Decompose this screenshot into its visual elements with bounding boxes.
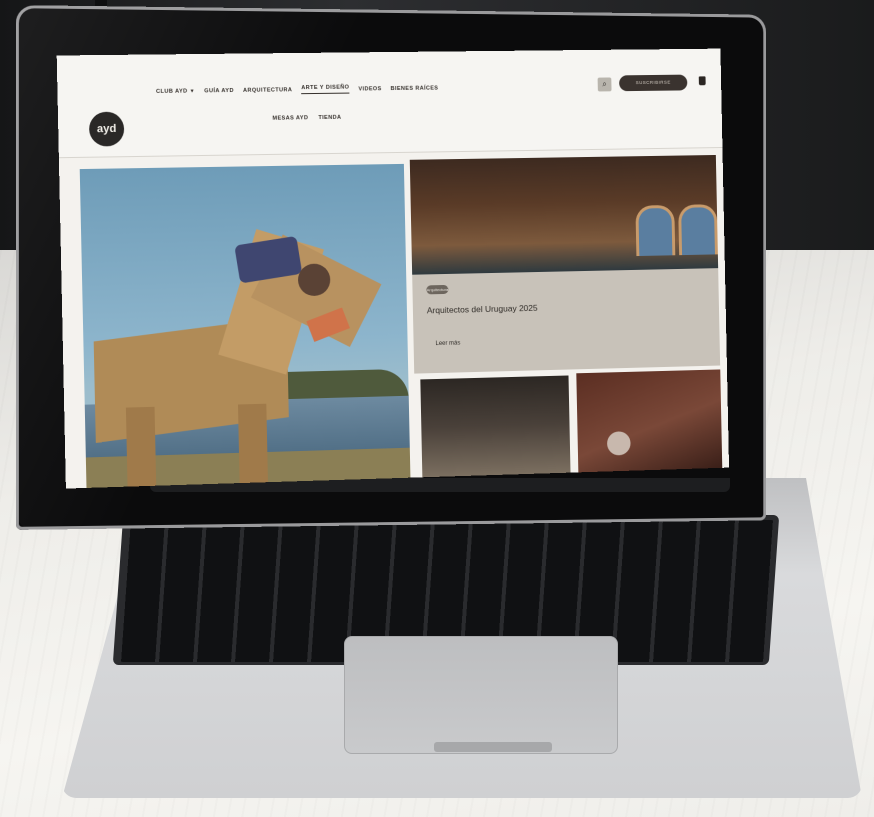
shopping-bag-icon[interactable] xyxy=(699,76,706,85)
category-badge: Arquitectura xyxy=(426,285,448,294)
subscribe-button[interactable]: SUSCRIBIRSE xyxy=(619,75,687,92)
nav-mesas-ayd[interactable]: MESAS AYD xyxy=(272,115,308,122)
article-thumbnail[interactable] xyxy=(420,375,570,477)
nav-tienda[interactable]: TIENDA xyxy=(318,115,341,121)
featured-article-image xyxy=(410,155,718,275)
nav-label: CLUB AYD xyxy=(156,88,188,94)
search-icon[interactable]: ⌕ xyxy=(598,77,612,91)
nav-arquitectura[interactable]: ARQUITECTURA xyxy=(243,87,292,94)
thumbnail-detail xyxy=(607,431,631,455)
article-thumbnail[interactable] xyxy=(576,369,722,472)
nav-guia-ayd[interactable]: GUÍA AYD xyxy=(204,87,234,93)
site-logo[interactable]: ayd xyxy=(89,112,125,147)
nav-club-ayd[interactable]: CLUB AYD ▼ xyxy=(156,88,195,95)
main-nav: CLUB AYD ▼ GUÍA AYD ARQUITECTURA ARTE Y D… xyxy=(156,83,439,95)
horse-leg xyxy=(126,407,156,488)
lid-notch xyxy=(434,742,552,752)
read-more-link[interactable]: Leer más xyxy=(435,340,460,347)
chevron-down-icon: ▼ xyxy=(190,88,196,94)
arch-window xyxy=(678,204,718,255)
trackpad[interactable] xyxy=(344,636,618,754)
nav-arte-y-diseno[interactable]: ARTE Y DISEÑO xyxy=(301,85,349,95)
arch-window xyxy=(635,205,675,256)
site-header: ayd CLUB AYD ▼ GUÍA AYD ARQUITECTURA ARTE… xyxy=(57,49,723,159)
browser-screen: ayd CLUB AYD ▼ GUÍA AYD ARQUITECTURA ARTE… xyxy=(57,49,729,489)
article-title[interactable]: Arquitectos del Uruguay 2025 xyxy=(427,303,538,316)
featured-article-card[interactable]: Arquitectura Arquitectos del Uruguay 202… xyxy=(410,155,720,374)
nav-bienes-raices[interactable]: BIENES RAÍCES xyxy=(391,85,439,92)
hero-image-horse[interactable] xyxy=(80,164,411,488)
nav-videos[interactable]: VIDEOS xyxy=(358,86,381,92)
secondary-nav: MESAS AYD TIENDA xyxy=(272,115,341,122)
horse-leg xyxy=(238,404,268,485)
